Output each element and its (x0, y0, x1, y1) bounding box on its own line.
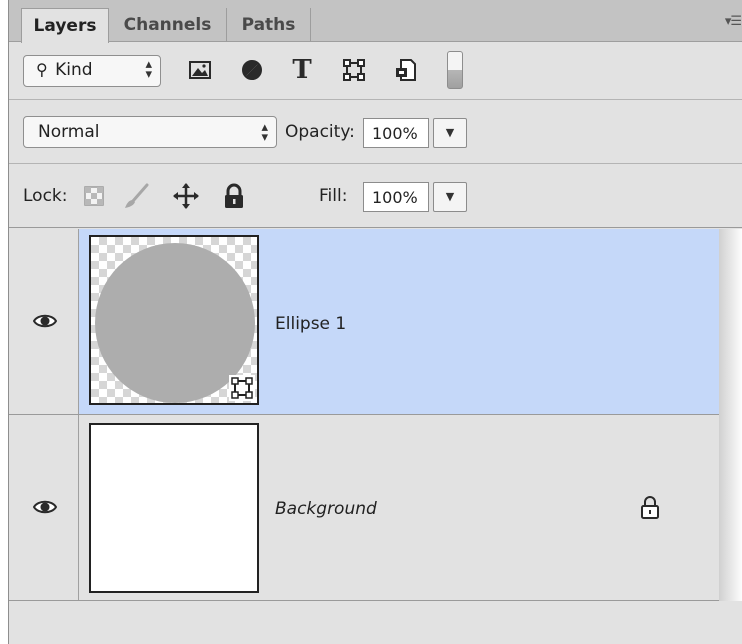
kind-filter-select[interactable]: ⚲ Kind ▴ ▾ (23, 55, 161, 87)
layer-content-area[interactable]: Ellipse 1 (79, 229, 719, 414)
filter-toggle-switch[interactable] (447, 51, 463, 89)
opacity-slider-button[interactable]: ▼ (433, 118, 467, 148)
lock-position-move-icon[interactable] (171, 181, 201, 211)
fill-input[interactable]: 100% (363, 182, 429, 212)
tab-channels[interactable]: Channels (109, 8, 227, 42)
pixel-layer-filter-icon[interactable] (185, 55, 215, 85)
blend-mode-value: Normal (38, 122, 100, 142)
tab-layers[interactable]: Layers (21, 8, 109, 43)
layers-empty-area (9, 601, 742, 644)
layer-locked-icon (641, 496, 659, 519)
lock-all-icon[interactable] (219, 181, 249, 211)
kind-filter-label: Kind (55, 60, 93, 80)
select-arrows-icon: ▴ ▾ (145, 57, 152, 82)
layers-panel: Layers Channels Paths ▾☰ ⚲ Kind ▴ ▾ T No… (8, 0, 742, 644)
visibility-column (9, 415, 79, 600)
layer-row-ellipse[interactable]: Ellipse 1 (9, 229, 742, 415)
opacity-input[interactable]: 100% (363, 118, 429, 148)
tab-paths[interactable]: Paths (227, 8, 311, 42)
panel-menu-icon[interactable]: ▾☰ (725, 14, 742, 29)
lock-transparent-pixels-icon[interactable] (79, 181, 109, 211)
lock-label: Lock: (23, 186, 68, 206)
type-layer-filter-icon[interactable]: T (287, 55, 317, 85)
fill-slider-button[interactable]: ▼ (433, 182, 467, 212)
shape-layer-filter-icon[interactable] (339, 55, 369, 85)
visibility-column (9, 229, 79, 414)
select-arrows-icon: ▴ ▾ (261, 120, 268, 145)
layer-name[interactable]: Ellipse 1 (275, 314, 346, 334)
smart-object-filter-icon[interactable] (391, 55, 421, 85)
layer-thumbnail[interactable] (89, 235, 259, 405)
visibility-eye-icon[interactable] (33, 313, 57, 329)
visibility-eye-icon[interactable] (33, 499, 57, 515)
layer-row-background[interactable]: Background (9, 415, 742, 601)
opacity-label: Opacity: (285, 122, 355, 142)
adjustment-layer-filter-icon[interactable] (237, 55, 267, 85)
layers-list-scroll-gutter (719, 229, 742, 601)
blend-mode-bar: Normal ▴ ▾ Opacity: 100% ▼ (9, 100, 742, 164)
lock-image-pixels-brush-icon[interactable] (121, 181, 151, 211)
fill-label: Fill: (319, 186, 348, 206)
panel-tab-bar: Layers Channels Paths ▾☰ (9, 0, 742, 43)
layer-filter-bar: ⚲ Kind ▴ ▾ T (9, 42, 742, 100)
search-icon: ⚲ (36, 60, 48, 79)
vector-shape-badge-icon (229, 375, 255, 401)
panel-left-margin (0, 0, 8, 644)
layer-content-area[interactable]: Background (79, 415, 719, 600)
lock-bar: Lock: Fill: 100% ▼ (9, 164, 742, 228)
blend-mode-select[interactable]: Normal ▴ ▾ (23, 116, 277, 148)
layer-name[interactable]: Background (275, 499, 377, 519)
layer-thumbnail[interactable] (89, 423, 259, 593)
